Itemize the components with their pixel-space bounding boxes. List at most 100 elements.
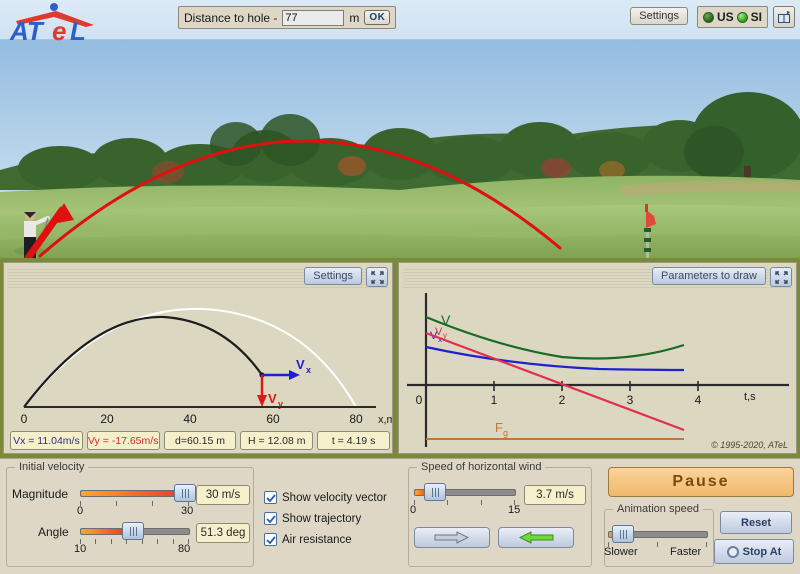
- top-toolbar: AT e L Distance to hole - m OK Settings …: [0, 0, 800, 43]
- unit-system-panel: US SI: [696, 6, 768, 28]
- show-velocity-vector-label: Show velocity vector: [282, 491, 387, 504]
- reset-button[interactable]: Reset: [720, 511, 792, 534]
- wind-left-button[interactable]: [498, 527, 574, 548]
- svg-text:4: 4: [695, 393, 702, 407]
- distance-value-box: d=60.15 m: [163, 431, 237, 450]
- parameters-chart-panel: Parameters to draw 0 1 2 3 4 t,s V V x V…: [398, 262, 797, 454]
- angle-label: Angle: [38, 525, 69, 539]
- magnitude-ticks: [80, 501, 190, 506]
- value-readouts: Vx = 11.04m/s Vy = -17.65m/s d=60.15 m H…: [7, 431, 393, 451]
- distance-to-hole-label: Distance to hole -: [184, 10, 278, 25]
- stop-at-button[interactable]: Stop At: [714, 539, 794, 564]
- show-trajectory-checkbox[interactable]: [264, 512, 277, 525]
- time-value-box: t = 4.19 s: [317, 431, 390, 450]
- trajectory-plot: V x V y 0 20 40 60 80 x,m: [21, 307, 392, 426]
- show-trajectory-row[interactable]: Show trajectory: [264, 512, 361, 525]
- show-velocity-vector-checkbox[interactable]: [264, 491, 277, 504]
- angle-slider[interactable]: [80, 522, 190, 540]
- animation-slider-handle[interactable]: [612, 525, 634, 543]
- svg-text:2: 2: [559, 393, 566, 407]
- wind-readout: 3.7 m/s: [524, 485, 586, 505]
- angle-min-label: 10: [74, 543, 87, 555]
- angle-max-label: 80: [178, 543, 191, 555]
- simulation-app: AT e L Distance to hole - m OK Settings …: [0, 0, 800, 574]
- magnitude-max-label: 30: [181, 505, 194, 517]
- angle-readout: 51.3 deg: [196, 523, 250, 543]
- svg-text:40: 40: [183, 412, 197, 426]
- atel-logo: AT e L: [6, 1, 106, 43]
- magnitude-slider-fill: [81, 491, 189, 496]
- svg-text:x: x: [306, 365, 311, 375]
- magnitude-min-label: 0: [77, 505, 84, 517]
- angle-ticks: [80, 539, 190, 544]
- copyright-text: © 1995-2020, ATeL: [711, 440, 788, 450]
- svg-text:3: 3: [627, 393, 634, 407]
- show-trajectory-label: Show trajectory: [282, 512, 362, 525]
- air-resistance-label: Air resistance: [282, 533, 352, 546]
- parameters-plot: 0 1 2 3 4 t,s V V x V y F g: [407, 293, 789, 447]
- animation-faster-label: Faster: [670, 546, 702, 558]
- svg-text:F: F: [495, 420, 503, 435]
- svg-text:e: e: [52, 16, 66, 43]
- settings-button[interactable]: Settings: [630, 7, 688, 25]
- reset-label: Reset: [741, 516, 771, 529]
- svg-text:V: V: [435, 326, 443, 338]
- svg-text:1: 1: [491, 393, 498, 407]
- svg-text:g: g: [503, 428, 508, 438]
- wind-right-button[interactable]: [414, 527, 490, 548]
- distance-to-hole-panel: Distance to hole - m OK: [178, 6, 397, 29]
- svg-text:60: 60: [266, 412, 280, 426]
- show-velocity-vector-row[interactable]: Show velocity vector: [264, 491, 387, 504]
- angle-slider-handle[interactable]: [122, 522, 144, 540]
- air-resistance-checkbox[interactable]: [264, 533, 277, 546]
- magnitude-slider[interactable]: [80, 484, 196, 502]
- help-book-button[interactable]: [773, 6, 795, 28]
- svg-text:y: y: [443, 331, 447, 340]
- animation-speed-title: Animation speed: [613, 503, 703, 515]
- svg-text:AT: AT: [9, 16, 45, 43]
- svg-text:V: V: [268, 391, 277, 406]
- si-radio[interactable]: [736, 11, 748, 23]
- magnitude-label: Magnitude: [12, 487, 69, 501]
- initial-velocity-title: Initial velocity: [15, 461, 89, 473]
- svg-text:V: V: [441, 312, 451, 328]
- magnitude-slider-handle[interactable]: [174, 484, 196, 502]
- wind-speed-slider[interactable]: [414, 483, 516, 501]
- initial-velocity-group: Initial velocity: [6, 461, 254, 567]
- animation-slower-label: Slower: [604, 546, 638, 558]
- distance-to-hole-input[interactable]: [282, 9, 345, 26]
- animation-speed-slider[interactable]: [608, 525, 708, 543]
- svg-text:V: V: [296, 357, 305, 372]
- wind-slider-handle[interactable]: [424, 483, 446, 501]
- trajectory-chart-panel: Settings V x V y 0 20 40 60 80 x,m Vx = …: [3, 262, 393, 454]
- expand-icon[interactable]: [770, 267, 792, 287]
- control-panel: Initial velocity Magnitude 0 30 30 m/s A…: [0, 458, 800, 574]
- svg-text:0: 0: [416, 393, 423, 407]
- ok-button[interactable]: OK: [364, 10, 391, 25]
- stop-at-label: Stop At: [742, 545, 782, 558]
- height-value-box: H = 12.08 m: [240, 431, 314, 450]
- arrow-left-icon: [518, 531, 554, 544]
- svg-text:x,m: x,m: [378, 414, 392, 426]
- arrow-right-icon: [434, 531, 470, 544]
- parameters-to-draw-button[interactable]: Parameters to draw: [652, 267, 766, 285]
- svg-text:0: 0: [21, 412, 28, 426]
- wind-ticks: [414, 500, 516, 505]
- pause-button[interactable]: Pause: [608, 467, 794, 497]
- expand-icon[interactable]: [366, 267, 388, 287]
- air-resistance-row[interactable]: Air resistance: [264, 533, 352, 546]
- golf-course-photo: [0, 40, 800, 258]
- magnitude-readout: 30 m/s: [196, 485, 250, 505]
- distance-unit-label: m: [349, 10, 360, 25]
- si-label: SI: [750, 10, 762, 24]
- wind-min-label: 0: [410, 504, 417, 516]
- wind-speed-group: Speed of horizontal wind: [408, 461, 592, 567]
- vy-value-box: Vy = -17.65m/s: [86, 431, 160, 450]
- chart-settings-button[interactable]: Settings: [304, 267, 362, 285]
- us-radio[interactable]: [702, 11, 714, 23]
- wind-max-label: 15: [508, 504, 521, 516]
- vx-value-box: Vx = 11.04m/s: [10, 431, 83, 450]
- svg-text:80: 80: [349, 412, 363, 426]
- stop-at-circle-icon: [726, 545, 739, 558]
- wind-speed-title: Speed of horizontal wind: [417, 461, 546, 473]
